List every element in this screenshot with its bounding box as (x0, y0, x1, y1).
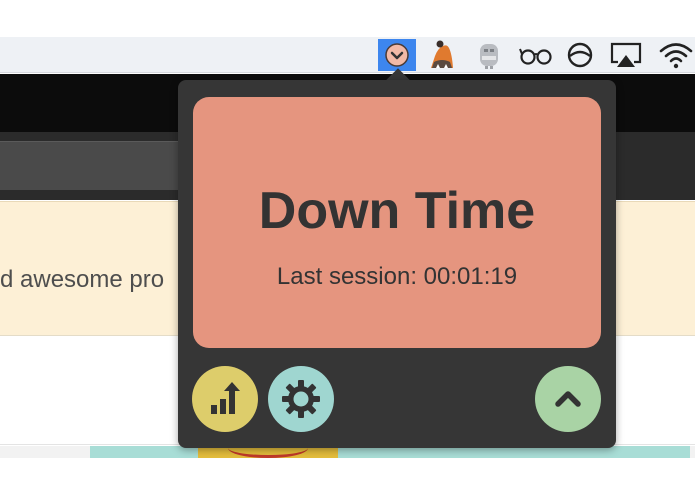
wifi-glyph-icon (659, 43, 692, 69)
last-session: Last session: 00:01:19 (193, 263, 601, 291)
bar-chart-up-icon (211, 382, 240, 414)
stats-button[interactable] (192, 366, 258, 432)
bird-menubar-icon[interactable] (423, 39, 461, 71)
status-card: Down Time Last session: 00:01:19 (193, 97, 601, 348)
circle-arc-icon (567, 42, 593, 68)
screen: d awesome pro Down Time Last session: 00… (0, 0, 695, 494)
menu-bar (0, 37, 695, 73)
status-title: Down Time (258, 182, 536, 240)
airplay-glyph-icon (610, 42, 642, 67)
last-session-value: 00:01:19 (423, 263, 518, 290)
collapse-button[interactable] (535, 366, 601, 432)
downtime-logo-icon (385, 43, 409, 67)
banner-text: d awesome pro (0, 266, 165, 293)
last-session-label: Last session: (276, 263, 417, 290)
circle-arc-menubar-icon[interactable] (563, 39, 597, 71)
airplay-icon[interactable] (606, 39, 646, 71)
bird-icon (431, 40, 453, 68)
robot-icon (480, 44, 498, 69)
gear-icon (282, 380, 320, 418)
chevron-up-icon (555, 391, 581, 407)
glasses-menubar-icon[interactable] (516, 39, 556, 71)
wifi-icon[interactable] (656, 39, 695, 71)
downtime-popup: Down Time Last session: 00:01:19 (178, 80, 616, 448)
robot-menubar-icon[interactable] (472, 39, 506, 71)
glasses-icon (519, 48, 552, 65)
settings-button[interactable] (268, 366, 334, 432)
downtime-menubar-icon[interactable] (378, 39, 416, 71)
